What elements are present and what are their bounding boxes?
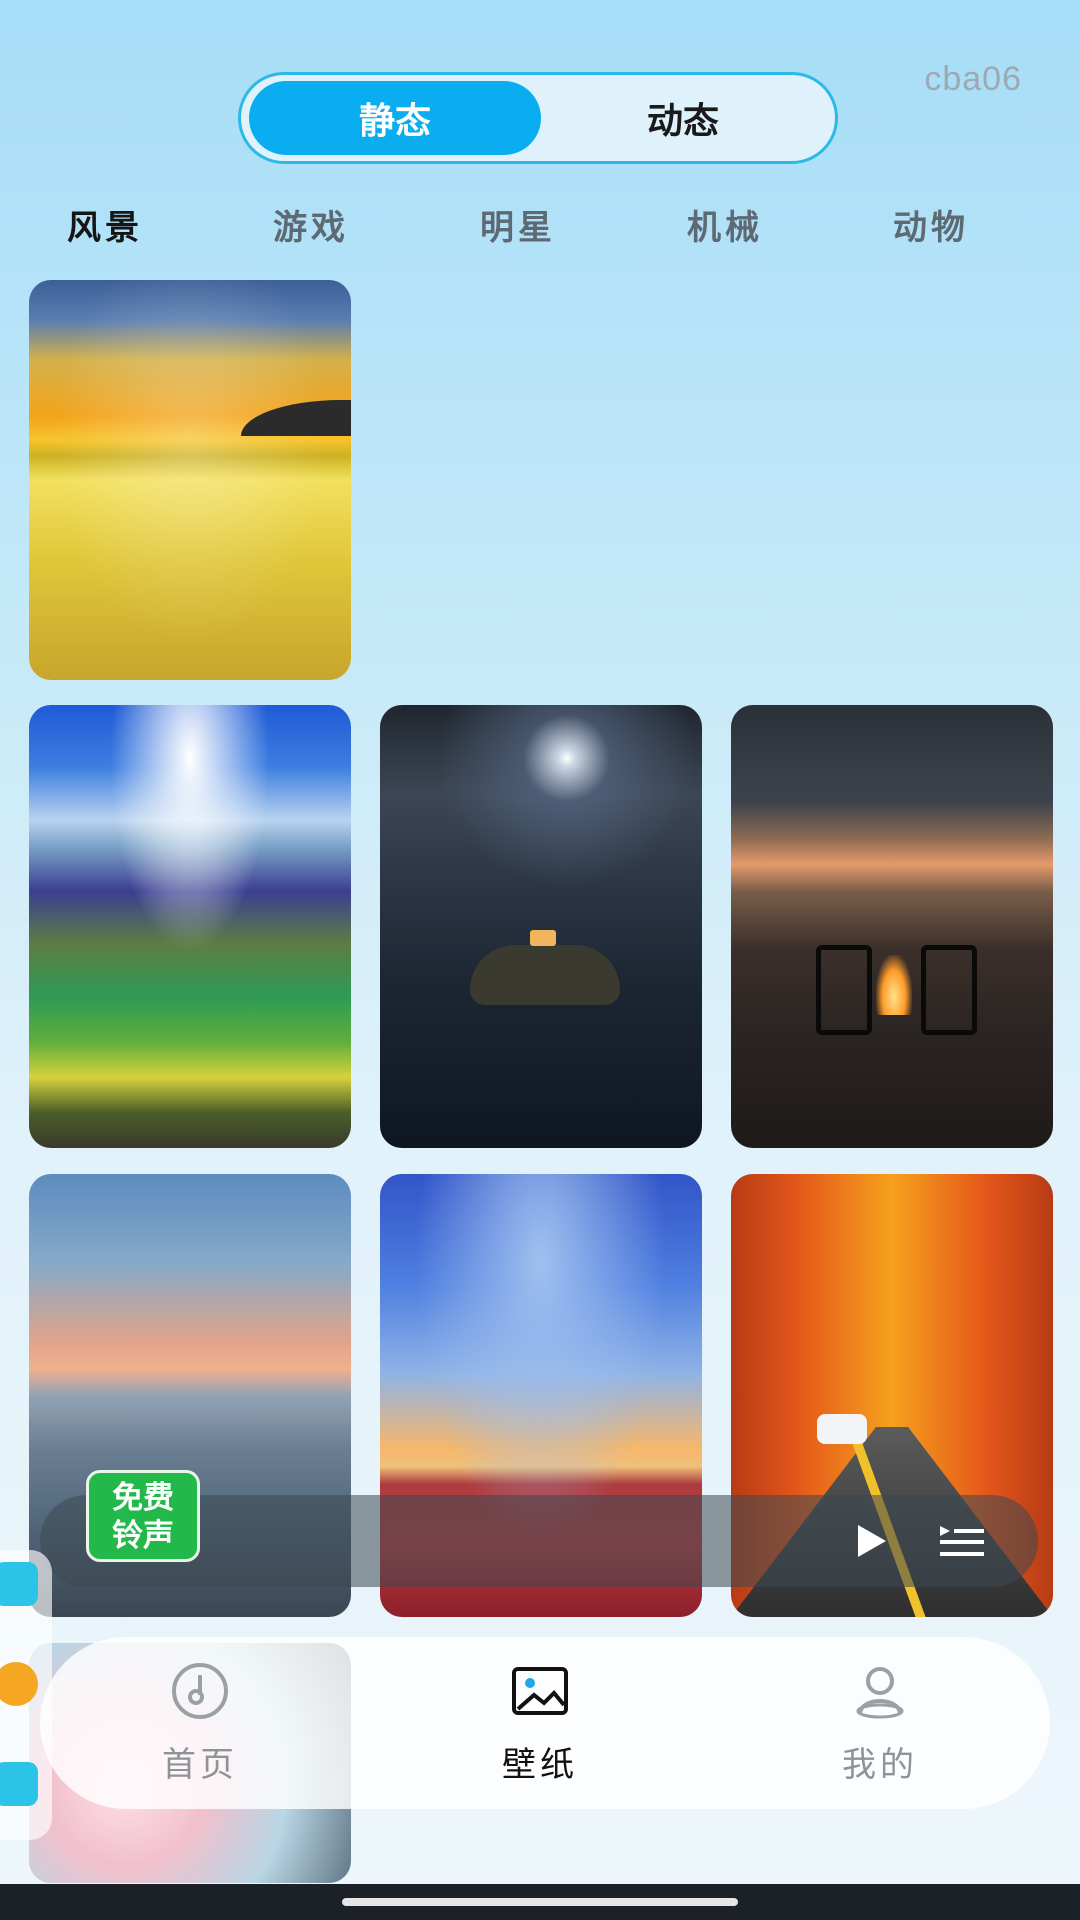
category-celebrities[interactable]: 明星 <box>453 200 583 249</box>
wallpaper-mountain-valley[interactable] <box>29 705 351 1148</box>
music-disc-icon <box>172 1663 228 1719</box>
category-animals[interactable]: 动物 <box>866 200 996 249</box>
wallpaper-type-switch: 静态 动态 <box>238 72 838 164</box>
home-indicator[interactable] <box>342 1898 738 1906</box>
play-icon[interactable] <box>858 1525 886 1557</box>
bottom-navigation: 首页 壁纸 我的 <box>40 1637 1050 1809</box>
nav-home-label: 首页 <box>162 1745 238 1785</box>
category-machinery[interactable]: 机械 <box>660 200 790 249</box>
wallpaper-beach-campfire[interactable] <box>731 705 1053 1148</box>
campfire <box>876 955 912 1015</box>
star-widget-icon[interactable] <box>0 1662 38 1706</box>
wallpaper-moon-island[interactable] <box>380 705 702 1148</box>
category-landscape[interactable]: 风景 <box>40 200 170 249</box>
category-games[interactable]: 游戏 <box>246 200 376 249</box>
static-tab[interactable]: 静态 <box>249 81 541 155</box>
user-icon <box>856 1667 904 1719</box>
category-tabs: 风景 游戏 明星 机械 动物 <box>0 200 1080 250</box>
island-shape <box>470 945 620 1005</box>
nav-wallpaper-label: 壁纸 <box>502 1745 578 1785</box>
keyboard-widget-icon[interactable] <box>0 1562 38 1606</box>
house-light <box>530 930 556 946</box>
wallpaper-flower-field[interactable] <box>29 280 351 680</box>
free-ringtone-label: 免费 铃声 <box>112 1480 174 1554</box>
image-icon <box>512 1667 568 1715</box>
car <box>817 1414 867 1444</box>
playlist-icon[interactable] <box>938 1524 986 1560</box>
nav-home[interactable]: 首页 <box>100 1637 300 1809</box>
nav-wallpaper[interactable]: 壁纸 <box>440 1637 640 1809</box>
dynamic-tab[interactable]: 动态 <box>537 81 829 155</box>
free-ringtone-badge[interactable]: 免费 铃声 <box>86 1470 200 1562</box>
chair-left <box>816 945 872 1035</box>
chair-right <box>921 945 977 1035</box>
hill-silhouette <box>241 400 351 436</box>
keyboard-widget-icon-2[interactable] <box>0 1762 38 1806</box>
nav-mine-label: 我的 <box>842 1745 918 1785</box>
user-code-label: cba06 <box>924 60 1022 98</box>
nav-mine[interactable]: 我的 <box>780 1637 980 1809</box>
